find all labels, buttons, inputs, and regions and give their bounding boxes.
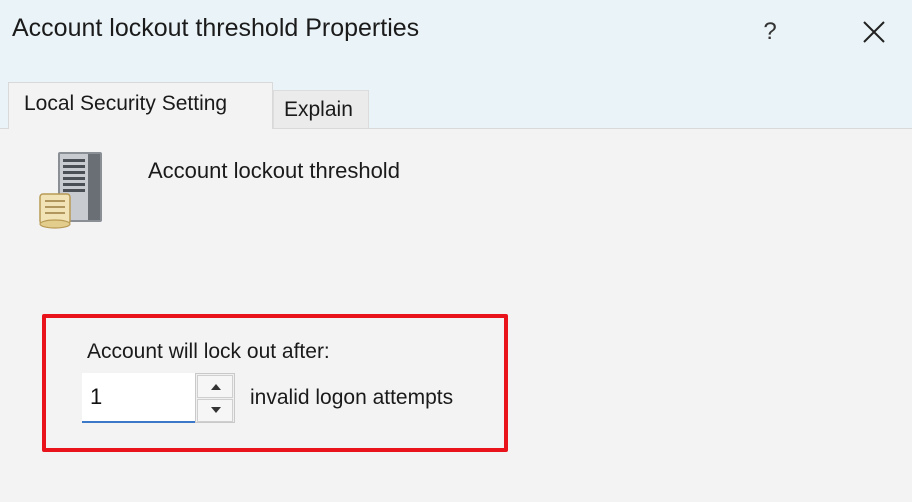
lockout-label: Account will lock out after: bbox=[87, 340, 330, 363]
tab-label: Explain bbox=[284, 98, 353, 121]
threshold-input[interactable] bbox=[82, 373, 195, 423]
tab-local-security-setting[interactable]: Local Security Setting bbox=[8, 82, 273, 129]
threshold-stepper bbox=[195, 373, 235, 423]
window-title: Account lockout threshold Properties bbox=[12, 14, 420, 42]
close-button[interactable] bbox=[852, 12, 896, 52]
help-button[interactable]: ? bbox=[752, 12, 788, 52]
tab-strip: Local Security Setting Explain bbox=[0, 66, 912, 129]
chevron-down-icon bbox=[211, 407, 221, 413]
tab-explain[interactable]: Explain bbox=[273, 90, 369, 129]
decrement-button[interactable] bbox=[197, 399, 233, 422]
policy-name: Account lockout threshold bbox=[148, 158, 400, 183]
increment-button[interactable] bbox=[197, 375, 233, 398]
title-bar: Account lockout threshold Properties ? bbox=[0, 0, 912, 66]
attempts-unit-label: invalid logon attempts bbox=[250, 386, 454, 409]
server-policy-icon bbox=[39, 152, 102, 229]
chevron-up-icon bbox=[211, 384, 221, 390]
tab-label: Local Security Setting bbox=[24, 92, 228, 115]
close-icon bbox=[863, 21, 885, 43]
